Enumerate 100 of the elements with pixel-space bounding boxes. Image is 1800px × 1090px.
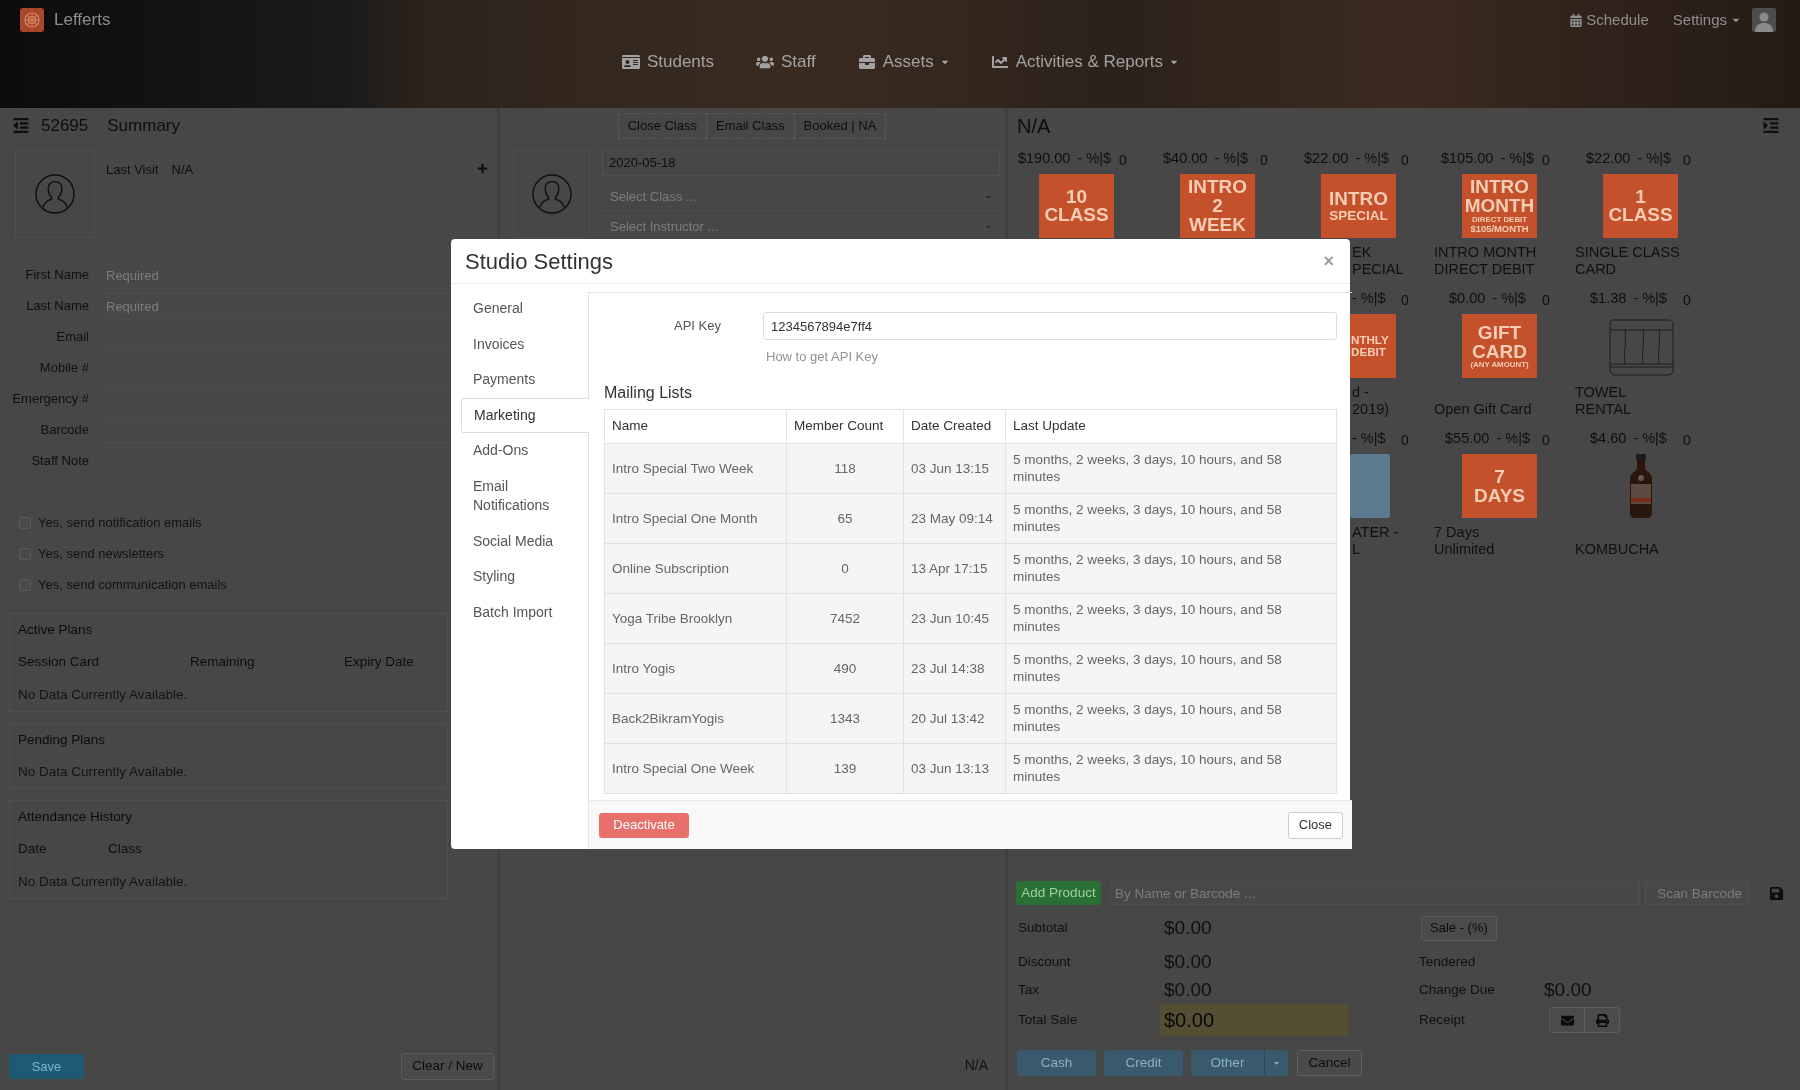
table-cell: 23 Jul 14:38 xyxy=(903,643,1006,693)
table-cell: 1343 xyxy=(786,693,904,743)
product-price: $190.00 xyxy=(1018,149,1071,169)
settings-tab[interactable]: Payments xyxy=(461,362,589,398)
section-title: Attendance History xyxy=(18,807,133,826)
table-cell: Intro Yogis xyxy=(604,643,787,693)
user-avatar-icon[interactable] xyxy=(1752,8,1776,32)
product-name: INTRO MONTH DIRECT DEBIT xyxy=(1434,244,1537,278)
email-receipt-button[interactable] xyxy=(1549,1007,1585,1033)
discount-label: - %|$ xyxy=(1633,289,1667,309)
table-cell: 7452 xyxy=(786,593,904,643)
total-label: Tax xyxy=(1017,980,1040,999)
briefcase-icon xyxy=(857,54,876,70)
caret-icon xyxy=(985,223,992,231)
quantity-count: 0 xyxy=(1542,430,1551,450)
save-button[interactable]: Save xyxy=(9,1054,84,1079)
settings-tab[interactable]: Marketing xyxy=(461,397,589,433)
table-cell: 5 months, 2 weeks, 3 days, 10 hours, and 58 minutes xyxy=(1005,493,1337,543)
discount-label: - %|$ xyxy=(1492,289,1526,309)
table-cell: Online Subscription xyxy=(604,543,787,593)
deactivate-button[interactable]: Deactivate xyxy=(599,812,689,838)
dialog-title: Studio Settings xyxy=(465,247,613,276)
dropdown-toggle-button[interactable] xyxy=(1264,1050,1288,1076)
table-cell: 0 xyxy=(786,543,904,593)
save-icon[interactable] xyxy=(1769,885,1784,901)
quantity-count: 0 xyxy=(1542,150,1551,170)
product-name: KOMBUCHA xyxy=(1575,541,1659,558)
table-cell: 65 xyxy=(786,493,904,543)
field-label: Email xyxy=(55,328,89,347)
table-cell: 5 months, 2 weeks, 3 days, 10 hours, and 58 minutes xyxy=(1005,743,1337,793)
table-cell: 5 months, 2 weeks, 3 days, 10 hours, and 58 minutes xyxy=(1005,693,1337,743)
column-header: Session Card xyxy=(18,653,101,672)
api-key-help-link[interactable]: How to get API Key xyxy=(766,347,878,367)
settings-tab[interactable]: Invoices xyxy=(461,326,589,362)
settings-tab[interactable]: Batch Import xyxy=(461,594,589,630)
table-cell: Intro Special One Month xyxy=(604,493,787,543)
product-price: $4.60 xyxy=(1590,429,1627,449)
product-price: $22.00 xyxy=(1304,149,1349,169)
close-button[interactable]: Close xyxy=(1287,811,1343,839)
product-price: $105.00 xyxy=(1441,149,1494,169)
discount-label: - %|$ xyxy=(1500,149,1534,169)
payment-button[interactable]: Other xyxy=(1191,1050,1264,1076)
printer-icon xyxy=(1595,1013,1609,1027)
caret-icon xyxy=(1273,1059,1280,1067)
table-cell: 5 months, 2 weeks, 3 days, 10 hours, and 58 minutes xyxy=(1005,643,1337,693)
table-cell: Intro Special Two Week xyxy=(604,443,787,493)
nav-link[interactable]: Staff xyxy=(756,49,816,75)
envelope-icon xyxy=(1560,1013,1574,1027)
print-receipt-button[interactable] xyxy=(1584,1007,1620,1033)
discount-label: - %|$ xyxy=(1496,429,1530,449)
api-key-label: API Key xyxy=(673,317,721,336)
nav-link[interactable]: Activities & Reports xyxy=(990,49,1179,75)
settings-tab[interactable]: Social Media xyxy=(461,523,589,559)
quantity-count: 0 xyxy=(1401,150,1410,170)
settings-tab[interactable]: Email Notifications xyxy=(461,468,589,524)
discount-label: - %|$ xyxy=(1352,289,1386,309)
payment-button[interactable]: Cash xyxy=(1017,1050,1096,1076)
logo-icon xyxy=(20,8,44,32)
total-sale-value: $0.00 xyxy=(1160,1004,1348,1036)
panel-title: Summary xyxy=(107,114,180,137)
nav-link[interactable]: Students xyxy=(621,49,714,75)
api-key-field[interactable]: 1234567894e7ff4 xyxy=(763,312,1337,340)
product-price: $55.00 xyxy=(1445,429,1490,449)
plus-icon[interactable] xyxy=(477,163,488,174)
quantity-count: 0 xyxy=(1683,150,1692,170)
product-price: $40.00 xyxy=(1163,149,1208,169)
quantity-count: 0 xyxy=(1260,150,1269,170)
schedule-link[interactable]: Schedule xyxy=(1570,8,1649,32)
change-due-value: $0.00 xyxy=(1544,977,1592,1002)
photo-placeholder xyxy=(1350,454,1390,518)
users-icon xyxy=(756,54,774,70)
add-product-button[interactable]: Add Product xyxy=(1016,881,1101,905)
total-label: Discount xyxy=(1017,952,1072,971)
product-price: $22.00 xyxy=(1586,149,1631,169)
table-cell: 23 May 09:14 xyxy=(903,493,1006,543)
settings-tab[interactable]: Styling xyxy=(461,559,589,595)
table-cell: Intro Special One Week xyxy=(604,743,787,793)
total-value: $0.00 xyxy=(1163,949,1213,974)
column-header: Date Created xyxy=(903,409,1006,443)
nav-link[interactable]: Assets xyxy=(857,49,949,75)
quantity-count: 0 xyxy=(1542,290,1551,310)
discount-label: - %|$ xyxy=(1637,149,1671,169)
settings-tab[interactable]: Add-Ons xyxy=(461,433,589,469)
table-cell: 5 months, 2 weeks, 3 days, 10 hours, and 58 minutes xyxy=(1005,543,1337,593)
table-cell: 118 xyxy=(786,443,904,493)
dialog-close-button[interactable]: × xyxy=(1323,252,1334,270)
table-cell: 5 months, 2 weeks, 3 days, 10 hours, and 58 minutes xyxy=(1005,593,1337,643)
table-cell: Back2BikramYogis xyxy=(604,693,787,743)
payment-button[interactable]: Credit xyxy=(1104,1050,1183,1076)
column-header: Member Count xyxy=(786,409,904,443)
product-price: $0.00 xyxy=(1449,289,1486,309)
table-cell: 23 Jun 10:45 xyxy=(903,593,1006,643)
section-title: Pending Plans xyxy=(18,730,106,749)
settings-tab[interactable]: General xyxy=(461,291,589,327)
product-name: TOWEL RENTAL xyxy=(1575,384,1632,418)
settings-menu[interactable]: Settings xyxy=(1672,8,1740,32)
discount-label: - %|$ xyxy=(1355,149,1389,169)
section-title: Active Plans xyxy=(18,620,93,639)
tile-caption: 7 DAYS xyxy=(1473,467,1525,505)
tile-caption: 10 CLASS xyxy=(1044,187,1109,225)
